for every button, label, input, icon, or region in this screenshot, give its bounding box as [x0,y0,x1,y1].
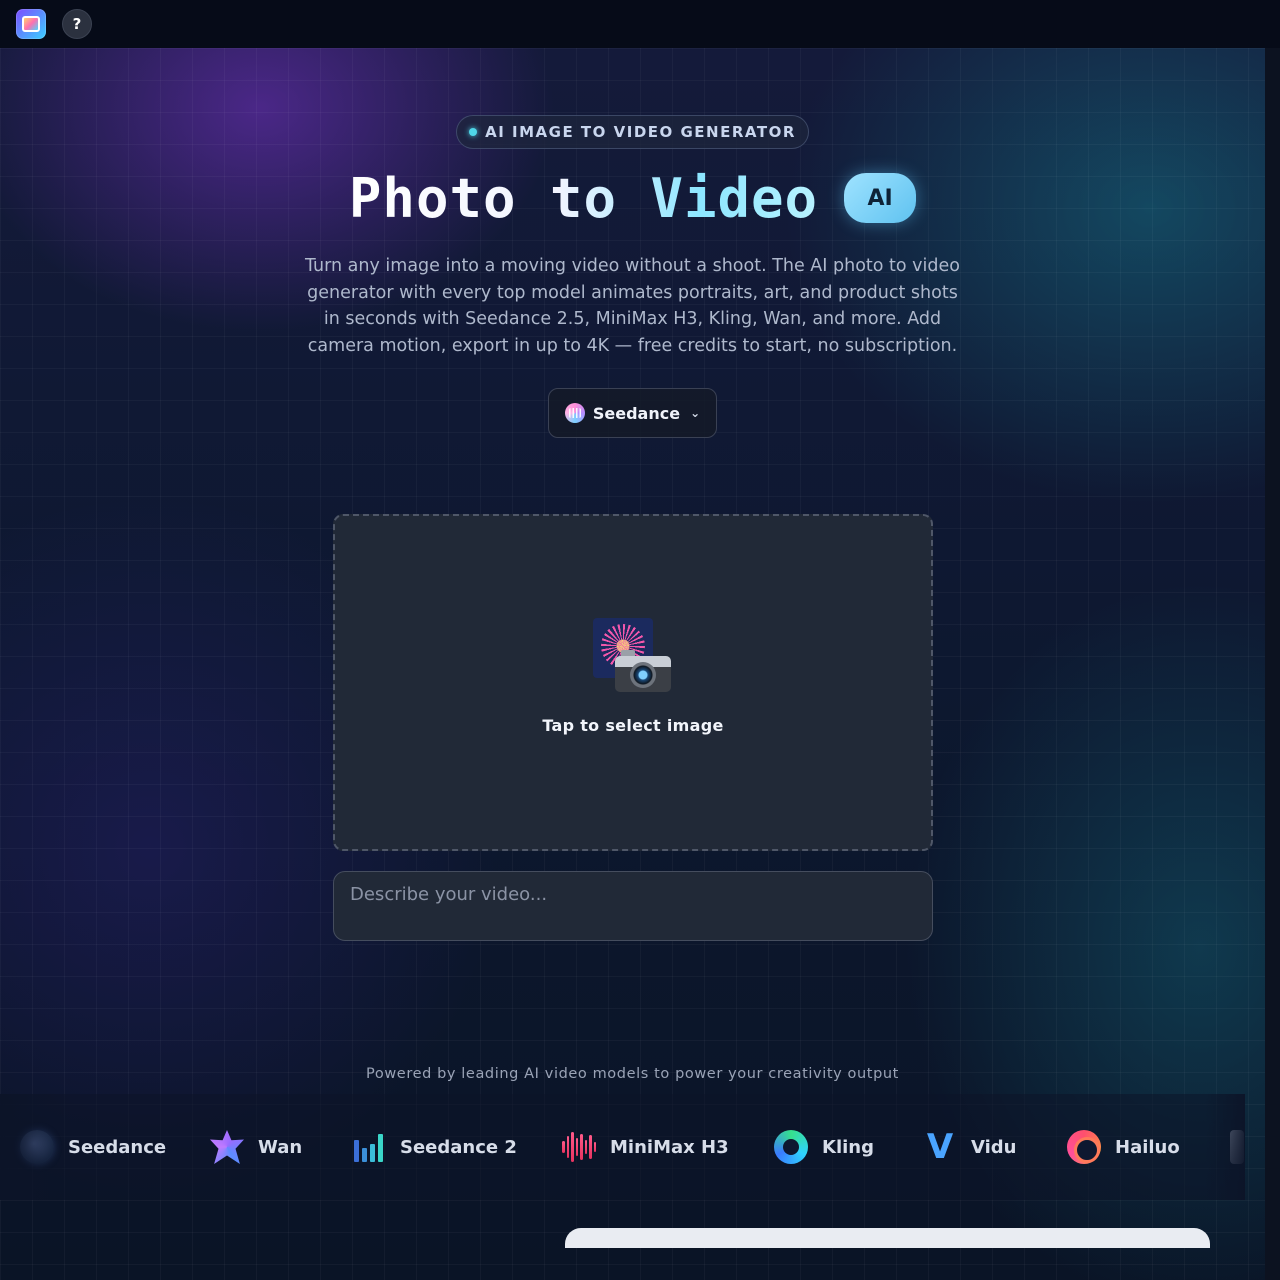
model-item-partial [1230,1094,1244,1200]
partial-model-icon [1230,1130,1244,1164]
app-logo-icon[interactable] [16,9,46,39]
model-item-label: MiniMax H3 [610,1136,729,1158]
seedance-icon [564,403,585,423]
hero-description: Turn any image into a moving video witho… [305,256,960,356]
model-item-wan: Wan [210,1094,302,1200]
chevron-down-icon: ⌄ [690,406,701,420]
model-item-label: Vidu [971,1136,1017,1158]
badge-label: AI IMAGE TO VIDEO GENERATOR [485,123,796,141]
help-button[interactable]: ? [62,9,92,39]
hero-section: AI IMAGE TO VIDEO GENERATOR Photo to Vid… [0,48,1265,1280]
camera-icon [615,646,671,692]
image-upload-dropzone[interactable]: Tap to select image [333,514,933,851]
page-title-row: Photo to Video AI [0,163,1265,233]
page-scrollbar[interactable] [1265,48,1280,1280]
model-item-seedance: Seedance [20,1094,166,1200]
top-bar: ? [0,0,1280,48]
ai-pill-badge: AI [844,173,917,223]
seedance-bars-icon [352,1130,386,1164]
page-title: Photo to Video [348,166,819,230]
fireworks-camera-icon [593,618,677,698]
vidu-v-icon: V [926,1127,954,1167]
model-item-label: Hailuo [1115,1136,1180,1158]
seedance-orb-icon [20,1130,54,1164]
hailuo-swirl-icon [1067,1130,1101,1164]
powered-by-caption: Powered by leading AI video models to po… [366,1066,899,1082]
kling-ring-icon [774,1130,808,1164]
bottom-sheet-handle[interactable] [565,1228,1210,1248]
model-item-label: Wan [258,1136,303,1158]
model-item-seedance-2: Seedance 2 [352,1094,517,1200]
model-item-label: Seedance 2 [400,1136,517,1158]
model-item-minimax: MiniMax H3 [562,1094,729,1200]
upload-label: Tap to select image [542,716,724,735]
model-item-kling: Kling [774,1094,874,1200]
model-item-hailuo: Hailuo [1067,1094,1180,1200]
minimax-wave-icon [562,1130,596,1164]
model-item-label: Seedance [68,1136,167,1158]
wan-star-icon [210,1130,244,1164]
category-badge: AI IMAGE TO VIDEO GENERATOR [456,115,809,149]
model-select-label: Seedance [592,403,681,423]
model-logo-strip: Seedance Wan Seedance 2 MiniMax H3 Kling [0,1094,1245,1200]
model-item-vidu: V Vidu [923,1094,1017,1200]
model-select-dropdown[interactable]: Seedance ⌄ [548,388,717,438]
model-item-label: Kling [822,1136,874,1158]
video-prompt-input[interactable] [333,871,933,941]
badge-dot-icon [469,128,478,136]
